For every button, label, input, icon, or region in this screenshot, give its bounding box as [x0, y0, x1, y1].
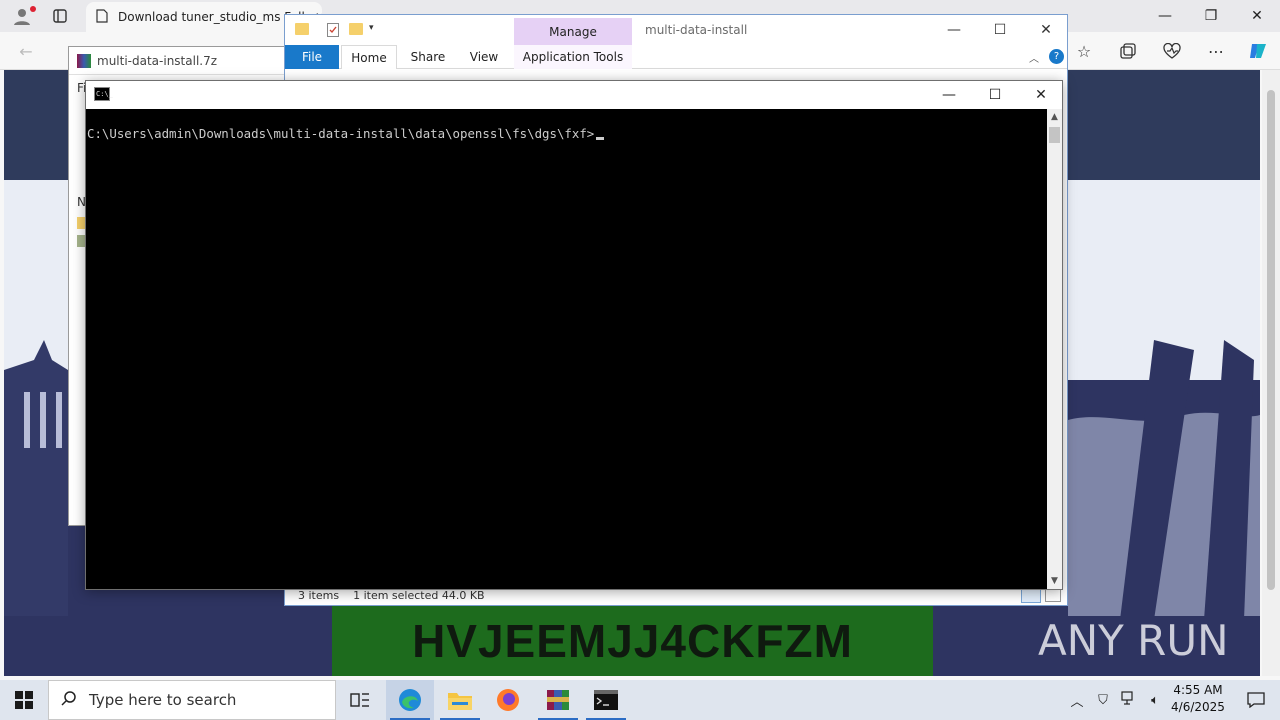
tab-title: Download tuner_studio_ms Full	[118, 10, 305, 24]
tab-file[interactable]: File	[285, 45, 339, 69]
page-icon	[96, 8, 108, 26]
notifications-button[interactable]	[1232, 680, 1280, 720]
copilot-icon[interactable]	[1246, 40, 1270, 62]
taskbar-search[interactable]: Type here to search	[48, 680, 336, 720]
task-view-icon	[350, 693, 369, 707]
browser-restore-button[interactable]: ❐	[1188, 0, 1234, 32]
taskbar-edge[interactable]	[386, 680, 434, 720]
cmd-window[interactable]: C:\_ — ☐ ✕ C:\Users\admin\Downloads\mult…	[85, 80, 1063, 590]
windows-logo-icon	[15, 691, 33, 709]
anyrun-logo-text: ANY RUN	[1038, 615, 1229, 665]
search-icon	[61, 690, 77, 710]
cmd-cursor	[596, 137, 605, 140]
help-icon[interactable]: ?	[1049, 49, 1064, 64]
cmd-minimize-button[interactable]: —	[926, 81, 972, 109]
tab-actions-icon[interactable]	[48, 4, 72, 28]
cmd-scrollbar-thumb[interactable]	[1049, 127, 1060, 143]
notification-icon	[1247, 692, 1265, 708]
taskbar-cmd[interactable]	[582, 680, 630, 720]
taskbar-file-explorer[interactable]	[436, 680, 484, 720]
taskbar-firefox[interactable]	[484, 680, 532, 720]
search-placeholder: Type here to search	[89, 691, 237, 709]
anyrun-watermark: ANY RUN	[1038, 608, 1238, 672]
winrar-icon	[77, 53, 91, 68]
tab-home[interactable]: Home	[341, 45, 397, 69]
page-scrollbar[interactable]	[1262, 70, 1280, 676]
taskbar-winrar[interactable]	[534, 680, 582, 720]
winrar-icon	[547, 690, 569, 710]
folder-icon	[295, 23, 309, 35]
scroll-up-icon[interactable]: ▲	[1047, 109, 1062, 125]
favorites-icon[interactable]: ☆	[1072, 40, 1096, 62]
terminal-icon	[594, 690, 618, 710]
status-item-count: 3 items	[298, 588, 340, 602]
tab-share[interactable]: Share	[403, 45, 453, 69]
file-explorer-icon	[448, 693, 472, 710]
tab-view[interactable]: View	[459, 45, 509, 69]
cmd-console[interactable]: C:\Users\admin\Downloads\multi-data-inst…	[86, 109, 1047, 589]
page-scrollbar-thumb[interactable]	[1267, 90, 1275, 590]
scroll-down-icon[interactable]: ▼	[1047, 573, 1062, 589]
collapse-ribbon-icon[interactable]: ︿	[1029, 50, 1039, 65]
performance-icon[interactable]	[1160, 40, 1184, 62]
edge-icon	[399, 689, 421, 711]
show-hidden-icons-icon[interactable]: ︿	[1068, 691, 1086, 710]
archive-title: multi-data-install.7z	[97, 53, 218, 68]
cmd-prompt: C:\Users\admin\Downloads\multi-data-inst…	[87, 126, 595, 141]
cmd-maximize-button[interactable]: ☐	[972, 81, 1018, 109]
browser-minimize-button[interactable]: —	[1142, 0, 1188, 32]
clock-time: 4:55 AM	[1173, 683, 1223, 697]
new-folder-icon[interactable]	[349, 23, 363, 35]
browser-close-button[interactable]: ✕	[1234, 0, 1280, 32]
cmd-close-button[interactable]: ✕	[1018, 81, 1064, 109]
file-icon	[77, 235, 85, 247]
back-icon[interactable]: ←	[14, 40, 38, 62]
explorer-maximize-button[interactable]: ☐	[977, 15, 1023, 45]
explorer-title: multi-data-install	[645, 23, 748, 37]
quick-access-dropdown-icon[interactable]: ▾	[369, 23, 374, 33]
archive-titlebar[interactable]: multi-data-install.7z	[69, 47, 285, 75]
large-icons-view-icon[interactable]	[1045, 588, 1061, 602]
task-view-button[interactable]	[336, 680, 384, 720]
explorer-titlebar[interactable]: ▾ Manage multi-data-install — ☐ ✕	[285, 15, 1067, 45]
explorer-close-button[interactable]: ✕	[1023, 15, 1069, 45]
firefox-icon	[497, 689, 519, 711]
status-selection: 1 item selected 44.0 KB	[353, 588, 485, 602]
system-tray: ︿ ⛉ 🔈︎	[1068, 680, 1164, 720]
cmd-prompt-line: C:\Users\admin\Downloads\multi-data-inst…	[87, 126, 605, 141]
explorer-minimize-button[interactable]: —	[931, 15, 977, 45]
network-icon[interactable]	[1120, 691, 1138, 709]
more-icon[interactable]: ⋯	[1204, 40, 1228, 62]
cmd-titlebar[interactable]: C:\_ — ☐ ✕	[86, 81, 1062, 109]
banner-code: HVJEEMJJ4CKFZM	[332, 606, 933, 676]
taskbar: Type here to search ︿ ⛉ 🔈︎ 4:55 AM 4/6/2…	[0, 680, 1280, 720]
properties-icon[interactable]	[327, 23, 339, 37]
tab-manage[interactable]: Manage	[514, 18, 632, 45]
explorer-ribbon: File Home Share View Application Tools ︿…	[285, 45, 1067, 69]
start-button[interactable]	[0, 680, 48, 720]
collections-icon[interactable]	[1116, 40, 1140, 62]
folder-icon	[77, 217, 85, 229]
tab-application-tools[interactable]: Application Tools	[514, 45, 632, 69]
clock-date: 4/6/2025	[1171, 700, 1225, 714]
security-icon[interactable]: ⛉	[1094, 693, 1112, 708]
cmd-scrollbar[interactable]: ▲ ▼	[1047, 109, 1062, 589]
taskbar-clock[interactable]: 4:55 AM 4/6/2025	[1160, 682, 1236, 718]
profile-icon[interactable]	[8, 4, 36, 28]
cmd-icon: C:\_	[94, 87, 113, 101]
